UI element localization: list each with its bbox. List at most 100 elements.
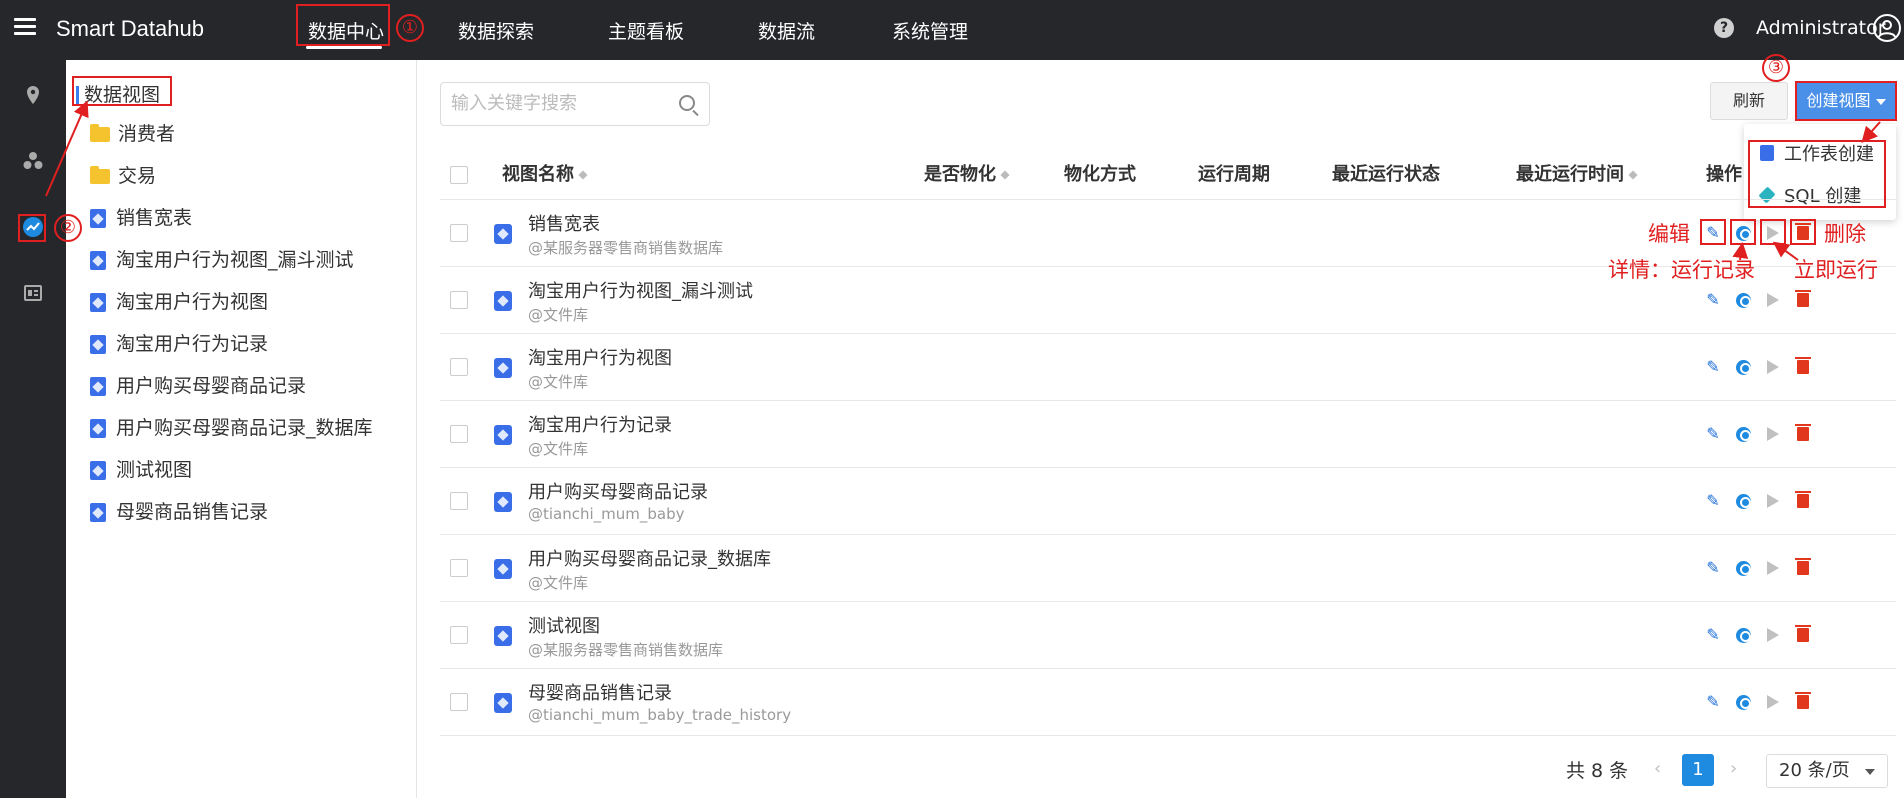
run-log-icon[interactable]	[1734, 559, 1752, 577]
run-log-icon[interactable]	[1734, 291, 1752, 309]
row-view-name[interactable]: 测试视图	[528, 612, 600, 638]
tree-folder-consumer[interactable]: 消费者	[90, 119, 175, 149]
run-log-icon[interactable]	[1734, 492, 1752, 510]
tree-item-view[interactable]: 淘宝用户行为记录	[90, 329, 268, 359]
table-row[interactable]: 用户购买母婴商品记录 @tianchi_mum_baby ✎	[440, 468, 1896, 535]
tree-item-view[interactable]: 用户购买母婴商品记录_数据库	[90, 413, 373, 443]
tree-item-label: 用户购买母婴商品记录	[116, 375, 307, 397]
nav-theme-board[interactable]: 主题看板	[608, 17, 684, 44]
search-icon[interactable]	[679, 95, 695, 111]
run-icon[interactable]	[1764, 425, 1782, 443]
annotation-box-edit	[1700, 219, 1726, 245]
row-view-name[interactable]: 母婴商品销售记录	[528, 679, 672, 705]
table-header: 视图名称 是否物化 物化方式 运行周期 最近运行状态 最近运行时间 操作	[440, 150, 1896, 200]
delete-icon[interactable]	[1794, 625, 1812, 644]
avatar-icon[interactable]	[1873, 14, 1901, 42]
row-checkbox[interactable]	[450, 492, 468, 510]
location-pin-icon[interactable]	[22, 84, 44, 106]
run-icon[interactable]	[1764, 626, 1782, 644]
run-icon[interactable]	[1764, 358, 1782, 376]
edit-icon[interactable]: ✎	[1704, 291, 1722, 309]
table-row[interactable]: 淘宝用户行为视图 @文件库 ✎	[440, 334, 1896, 401]
view-icon	[90, 334, 106, 354]
tree-item-view[interactable]: 淘宝用户行为视图_漏斗测试	[90, 245, 354, 275]
delete-icon[interactable]	[1794, 290, 1812, 309]
delete-icon[interactable]	[1794, 692, 1812, 711]
delete-icon[interactable]	[1794, 424, 1812, 443]
tree-item-view[interactable]: 淘宝用户行为视图	[90, 287, 268, 317]
view-icon	[494, 693, 512, 713]
row-view-name[interactable]: 淘宝用户行为视图_漏斗测试	[528, 277, 753, 303]
row-view-name[interactable]: 销售宽表	[528, 210, 600, 236]
app-brand: Smart Datahub	[56, 16, 204, 41]
row-checkbox[interactable]	[450, 693, 468, 711]
column-header-last-run-time[interactable]: 最近运行时间	[1516, 150, 1638, 200]
row-checkbox[interactable]	[450, 425, 468, 443]
select-all-checkbox[interactable]	[450, 166, 468, 184]
next-page-icon[interactable]: ›	[1730, 758, 1737, 779]
run-log-icon[interactable]	[1734, 626, 1752, 644]
view-icon	[90, 250, 106, 270]
row-checkbox[interactable]	[450, 291, 468, 309]
row-view-name[interactable]: 淘宝用户行为视图	[528, 344, 672, 370]
run-log-icon[interactable]	[1734, 693, 1752, 711]
run-icon[interactable]	[1764, 693, 1782, 711]
table-row[interactable]: 测试视图 @某服务器零售商销售数据库 ✎	[440, 602, 1896, 669]
edit-icon[interactable]: ✎	[1704, 492, 1722, 510]
edit-icon[interactable]: ✎	[1704, 693, 1722, 711]
tree-item-label: 用户购买母婴商品记录_数据库	[116, 417, 373, 439]
tree-item-view[interactable]: 母婴商品销售记录	[90, 497, 268, 527]
run-log-icon[interactable]	[1734, 425, 1752, 443]
edit-icon[interactable]: ✎	[1704, 425, 1722, 443]
search-input[interactable]	[451, 83, 671, 123]
row-checkbox[interactable]	[450, 559, 468, 577]
edit-icon[interactable]: ✎	[1704, 358, 1722, 376]
delete-icon[interactable]	[1794, 357, 1812, 376]
tree-folder-trade[interactable]: 交易	[90, 161, 156, 191]
column-header-name[interactable]: 视图名称	[502, 150, 588, 200]
table-row[interactable]: 淘宝用户行为记录 @文件库 ✎	[440, 401, 1896, 468]
row-checkbox[interactable]	[450, 626, 468, 644]
username[interactable]: Administrator	[1756, 17, 1886, 39]
menu-icon[interactable]	[14, 18, 36, 40]
nav-system-admin[interactable]: 系统管理	[892, 17, 968, 44]
row-view-name[interactable]: 淘宝用户行为记录	[528, 411, 672, 437]
annotation-step-1: ①	[396, 14, 424, 42]
nav-data-explore[interactable]: 数据探索	[458, 17, 534, 44]
cluster-icon[interactable]	[22, 150, 44, 172]
report-icon[interactable]	[22, 282, 44, 304]
tree-item-view[interactable]: 销售宽表	[90, 203, 192, 233]
column-header-materialized[interactable]: 是否物化	[924, 150, 1010, 200]
run-icon[interactable]	[1764, 291, 1782, 309]
run-log-icon[interactable]	[1734, 358, 1752, 376]
annotation-run-label: 立即运行	[1794, 258, 1878, 282]
row-view-name[interactable]: 用户购买母婴商品记录_数据库	[528, 545, 771, 571]
nav-data-flow[interactable]: 数据流	[758, 17, 815, 44]
row-checkbox[interactable]	[450, 224, 468, 242]
row-source: @文件库	[528, 574, 589, 592]
column-header-actions: 操作	[1706, 164, 1742, 185]
prev-page-icon[interactable]: ‹	[1654, 758, 1661, 779]
delete-icon[interactable]	[1794, 491, 1812, 510]
run-icon[interactable]	[1764, 559, 1782, 577]
edit-icon[interactable]: ✎	[1704, 626, 1722, 644]
tree-item-view[interactable]: 测试视图	[90, 455, 192, 485]
edit-icon[interactable]: ✎	[1704, 559, 1722, 577]
row-view-name[interactable]: 用户购买母婴商品记录	[528, 478, 708, 504]
page-size-select[interactable]: 20 条/页	[1766, 754, 1888, 788]
row-checkbox[interactable]	[450, 358, 468, 376]
run-icon[interactable]	[1764, 492, 1782, 510]
refresh-button[interactable]: 刷新	[1710, 82, 1788, 120]
table-row[interactable]: 母婴商品销售记录 @tianchi_mum_baby_trade_history…	[440, 669, 1896, 736]
annotation-edit-label: 编辑	[1648, 222, 1690, 246]
folder-icon	[90, 165, 110, 184]
table-row[interactable]: 用户购买母婴商品记录_数据库 @文件库 ✎	[440, 535, 1896, 602]
help-icon[interactable]: ?	[1714, 18, 1734, 38]
view-icon	[494, 425, 512, 445]
column-header-materialize-method: 物化方式	[1064, 164, 1136, 185]
page-1-button[interactable]: 1	[1682, 754, 1714, 786]
view-icon	[494, 224, 512, 244]
tree-item-view[interactable]: 用户购买母婴商品记录	[90, 371, 306, 401]
delete-icon[interactable]	[1794, 558, 1812, 577]
row-source: @文件库	[528, 440, 589, 458]
